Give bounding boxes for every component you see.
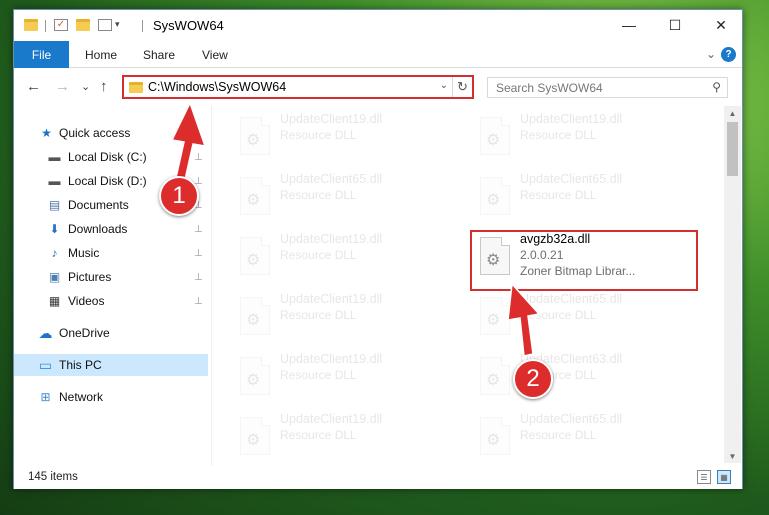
step-badge-2: 2 [513, 359, 553, 399]
step-badge-1: 1 [159, 176, 199, 216]
annotation-arrows [170, 101, 541, 357]
arrow-2 [507, 282, 541, 357]
